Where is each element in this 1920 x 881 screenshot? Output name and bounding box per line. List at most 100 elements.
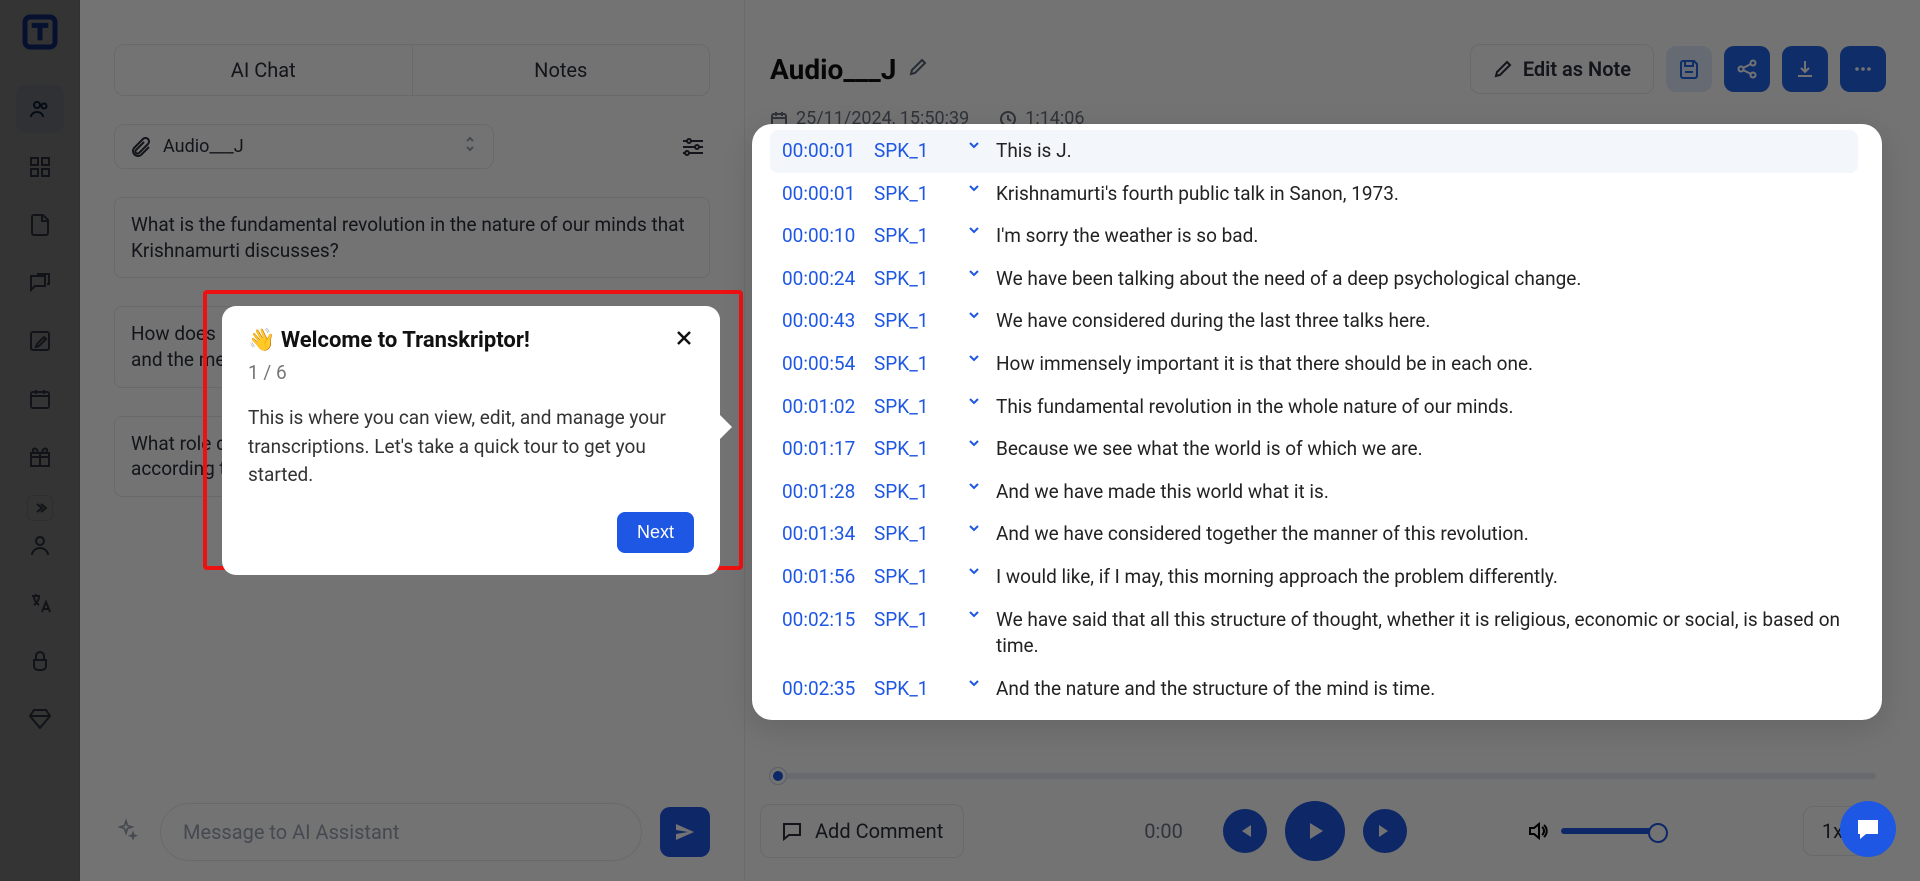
speaker-label[interactable]: SPK_1 [874,436,952,463]
chevron-down-icon[interactable] [952,564,996,591]
transcript-row[interactable]: 00:00:24SPK_1 We have been talking about … [770,258,1858,301]
add-comment-button[interactable]: Add Comment [760,804,964,858]
chevron-down-icon[interactable] [952,607,996,660]
timestamp[interactable]: 00:00:01 [782,138,874,165]
timestamp[interactable]: 00:01:34 [782,521,874,548]
transcript-row[interactable]: 00:01:02SPK_1 This fundamental revolution… [770,386,1858,429]
speaker-label[interactable]: SPK_1 [874,479,952,506]
speaker-label[interactable]: SPK_1 [874,564,952,591]
transcript-text[interactable]: This fundamental revolution in the whole… [996,394,1846,421]
speaker-label[interactable]: SPK_1 [874,308,952,335]
speaker-label[interactable]: SPK_1 [874,676,952,703]
transcript-text[interactable]: Krishnamurti's fourth public talk in San… [996,181,1846,208]
timestamp[interactable]: 00:01:56 [782,564,874,591]
transcript-row[interactable]: 00:01:34SPK_1 And we have considered toge… [770,513,1858,556]
edit-as-note-label: Edit as Note [1523,57,1631,81]
edit-as-note-button[interactable]: Edit as Note [1470,44,1654,94]
volume-control[interactable] [1527,820,1661,842]
chevron-down-icon[interactable] [952,521,996,548]
transcript-text[interactable]: And the nature and the structure of the … [996,676,1846,703]
seek-bar[interactable] [770,773,1876,779]
transcript-row[interactable]: 00:00:10SPK_1 I'm sorry the weather is so… [770,215,1858,258]
transcript-row[interactable]: 00:01:17SPK_1 Because we see what the wor… [770,428,1858,471]
chevron-down-icon[interactable] [952,436,996,463]
transcript-text[interactable]: Because we see what the world is of whic… [996,436,1846,463]
suggestion-1[interactable]: What is the fundamental revolution in th… [114,197,710,278]
transcript-text[interactable]: How immensely important it is that there… [996,351,1846,378]
speaker-label[interactable]: SPK_1 [874,223,952,250]
timestamp[interactable]: 00:01:17 [782,436,874,463]
timestamp[interactable]: 00:00:01 [782,181,874,208]
transcript-text[interactable]: This is J. [996,138,1846,165]
filter-button[interactable] [676,130,710,164]
support-chat-button[interactable] [1840,801,1896,857]
popover-title: 👋 Welcome to Transkriptor! [248,328,530,353]
transcript-row[interactable]: 00:00:43SPK_1 We have considered during t… [770,300,1858,343]
timestamp[interactable]: 00:02:15 [782,607,874,660]
transcript-text[interactable]: We have considered during the last three… [996,308,1846,335]
chevron-down-icon[interactable] [952,181,996,208]
transcript-text[interactable]: We have said that all this structure of … [996,607,1846,660]
download-button[interactable] [1782,46,1828,92]
panel-tabs: AI Chat Notes [114,44,710,96]
chevron-down-icon[interactable] [952,479,996,506]
transcript-text[interactable]: I would like, if I may, this morning app… [996,564,1846,591]
timestamp[interactable]: 00:02:43 [782,718,874,720]
chevron-down-icon[interactable] [952,138,996,165]
close-icon[interactable] [674,328,694,353]
transcript-row[interactable]: 00:00:54SPK_1 How immensely important it … [770,343,1858,386]
speaker-label[interactable]: SPK_1 [874,138,952,165]
share-button[interactable] [1724,46,1770,92]
chevron-down-icon[interactable] [952,308,996,335]
timestamp[interactable]: 00:00:54 [782,351,874,378]
transcript-text[interactable]: And we have considered together the mann… [996,521,1846,548]
file-selector[interactable]: Audio___J [114,124,494,169]
transcript-text[interactable]: We have been talking about the need of a… [996,266,1846,293]
speaker-label[interactable]: SPK_1 [874,521,952,548]
timestamp[interactable]: 00:00:43 [782,308,874,335]
speaker-label[interactable]: SPK_1 [874,351,952,378]
chevron-down-icon[interactable] [952,676,996,703]
transcript-row[interactable]: 00:02:43SPK_1 And when we last met here, … [770,710,1858,720]
timestamp[interactable]: 00:02:35 [782,676,874,703]
timestamp[interactable]: 00:00:24 [782,266,874,293]
next-button[interactable] [1363,809,1407,853]
speaker-label[interactable]: SPK_1 [874,607,952,660]
transcript-text[interactable]: I'm sorry the weather is so bad. [996,223,1846,250]
tab-ai-chat[interactable]: AI Chat [115,45,413,95]
save-button[interactable] [1666,46,1712,92]
speaker-label[interactable]: SPK_1 [874,718,952,720]
timestamp[interactable]: 00:01:02 [782,394,874,421]
rename-icon[interactable] [908,57,928,82]
speaker-label[interactable]: SPK_1 [874,181,952,208]
timestamp[interactable]: 00:01:28 [782,479,874,506]
chevron-down-icon[interactable] [952,718,996,720]
timestamp[interactable]: 00:00:10 [782,223,874,250]
send-button[interactable] [660,807,710,857]
speaker-label[interactable]: SPK_1 [874,394,952,421]
transcript-text[interactable]: And when we last met here, we talked abo… [996,718,1846,720]
volume-icon [1527,820,1549,842]
more-button[interactable] [1840,46,1886,92]
transcript-row[interactable]: 00:01:56SPK_1 I would like, if I may, thi… [770,556,1858,599]
comment-icon [781,820,803,842]
page-title: Audio___J [770,53,896,86]
prev-button[interactable] [1223,809,1267,853]
chevron-down-icon[interactable] [952,266,996,293]
play-button[interactable] [1285,801,1345,861]
current-time: 0:00 [1144,819,1183,843]
chevron-down-icon[interactable] [952,394,996,421]
paperclip-icon [131,137,151,157]
chevron-down-icon[interactable] [952,223,996,250]
transcript-row[interactable]: 00:02:15SPK_1 We have said that all this … [770,599,1858,668]
transcript-row[interactable]: 00:01:28SPK_1 And we have made this world… [770,471,1858,514]
chevron-down-icon[interactable] [952,351,996,378]
speaker-label[interactable]: SPK_1 [874,266,952,293]
transcript-row[interactable]: 00:00:01SPK_1 This is J. [770,130,1858,173]
next-button[interactable]: Next [617,512,694,553]
transcript-text[interactable]: And we have made this world what it is. [996,479,1846,506]
ai-input[interactable]: Message to AI Assistant [160,803,642,861]
transcript-row[interactable]: 00:00:01SPK_1 Krishnamurti's fourth publi… [770,173,1858,216]
transcript-row[interactable]: 00:02:35SPK_1 And the nature and the stru… [770,668,1858,711]
tab-notes[interactable]: Notes [413,45,710,95]
